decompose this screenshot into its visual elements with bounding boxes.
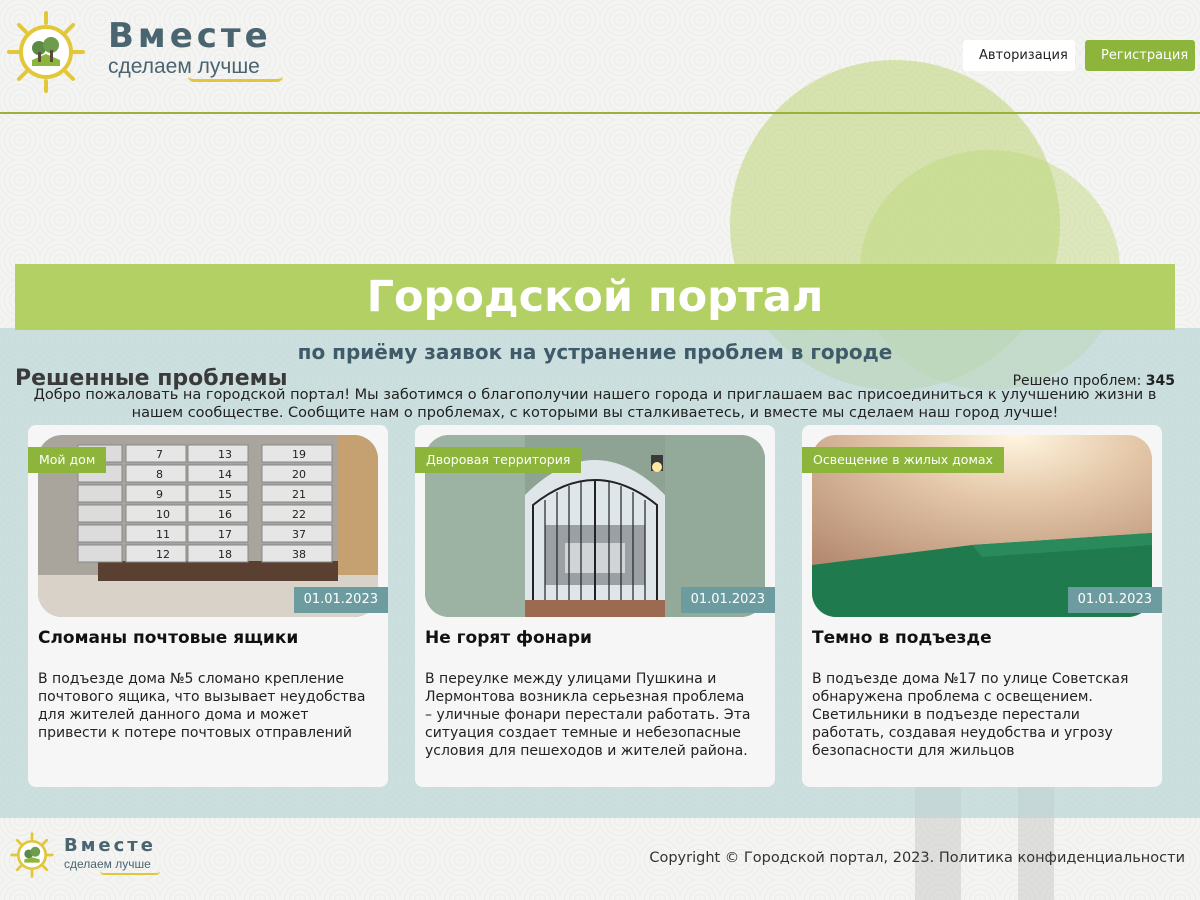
- category-tag[interactable]: Освещение в жилых домах: [802, 447, 1004, 473]
- category-tag[interactable]: Мой дом: [28, 447, 107, 473]
- footer-logo[interactable]: Вместе сделаем лучше: [10, 832, 160, 878]
- logo-subtitle: сделаем лучше: [108, 55, 260, 78]
- mailbox-number: 11: [156, 528, 170, 541]
- logo-title: Вместе: [108, 16, 272, 56]
- footer-logo-title: Вместе: [64, 834, 156, 856]
- problem-card[interactable]: Дворовая территория 01.01.2023 Не горят …: [415, 425, 775, 787]
- mailbox-number: 20: [292, 468, 306, 481]
- mailbox-number: 22: [292, 508, 306, 521]
- mailbox-number: 21: [292, 488, 306, 501]
- footer-logo-subtitle: сделаем лучше: [64, 856, 151, 871]
- register-button[interactable]: Регистрация: [1085, 40, 1195, 71]
- card-title[interactable]: Не горят фонари: [425, 628, 592, 648]
- mailbox-door: [77, 544, 123, 563]
- mailbox-door: [77, 484, 123, 503]
- problem-card[interactable]: 7 8 9 10 11 12 13 14 15 16 17 18 19 20 21 22 37 38 Мой до…: [28, 425, 388, 787]
- mailbox-number: 8: [156, 468, 163, 481]
- card-description: В подъезде дома №17 по улице Советская о…: [812, 671, 1129, 759]
- copyright-text[interactable]: Copyright © Городской портал, 2023. Поли…: [649, 850, 1185, 866]
- card-description: В переулке между улицами Пушкина и Лермо…: [425, 671, 751, 759]
- mailbox-number: 38: [292, 548, 306, 561]
- site-logo[interactable]: Вместе сделаем лучше: [6, 10, 283, 94]
- mailbox-number: 19: [292, 448, 306, 461]
- mailbox-number: 15: [218, 488, 232, 501]
- mailbox-number: 14: [218, 468, 232, 481]
- card-title[interactable]: Темно в подъезде: [812, 628, 992, 648]
- problem-card[interactable]: Освещение в жилых домах 01.01.2023 Темно…: [802, 425, 1162, 787]
- logo-swoosh: [100, 871, 160, 875]
- date-badge: 01.01.2023: [1067, 587, 1162, 613]
- mailbox-door: [77, 524, 123, 543]
- sun-tree-logo-icon: [6, 10, 86, 94]
- page-subtitle: по приёму заявок на устранение проблем в…: [297, 340, 893, 364]
- sun-tree-logo-icon: [10, 832, 54, 878]
- mailbox-number: 16: [218, 508, 232, 521]
- category-tag[interactable]: Дворовая территория: [415, 447, 582, 473]
- intro-text: Добро пожаловать на городской портал! Мы…: [33, 387, 1157, 421]
- site-header: Вместе сделаем лучше Авторизация Регистр…: [0, 0, 1200, 114]
- mailbox-number: 18: [218, 548, 232, 561]
- mailbox-number: 10: [156, 508, 170, 521]
- card-description: В подъезде дома №5 сломано крепление поч…: [38, 671, 366, 741]
- mailbox-number: 9: [156, 488, 163, 501]
- mailbox-number: 37: [292, 528, 306, 541]
- mailbox-number: 7: [156, 448, 163, 461]
- site-footer: Вместе сделаем лучше Copyright © Городск…: [0, 818, 1200, 900]
- mailbox-door: [77, 504, 123, 523]
- card-title[interactable]: Сломаны почтовые ящики: [38, 628, 298, 648]
- date-badge: 01.01.2023: [293, 587, 388, 613]
- mailbox-number: 17: [218, 528, 232, 541]
- mailbox-number: 12: [156, 548, 170, 561]
- page-title: Городской портал: [15, 264, 1175, 330]
- login-button[interactable]: Авторизация: [963, 40, 1075, 71]
- mailbox-number: 13: [218, 448, 232, 461]
- date-badge: 01.01.2023: [680, 587, 775, 613]
